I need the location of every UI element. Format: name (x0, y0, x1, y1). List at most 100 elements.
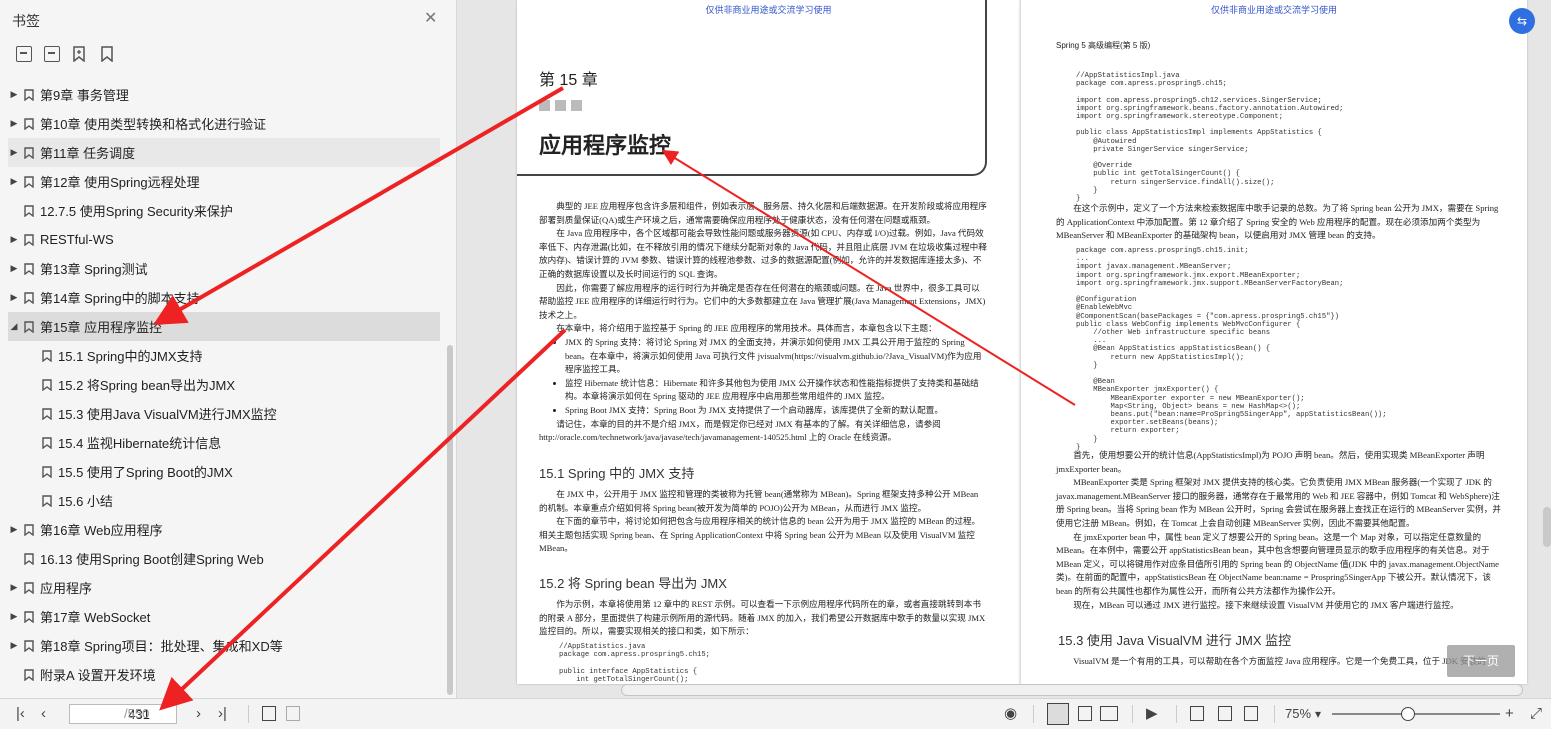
prev-page-icon[interactable]: ‹ (41, 699, 46, 729)
bookmark-icon (24, 233, 34, 246)
bookmark-label: 附录A 设置开发环境 (40, 668, 156, 683)
chapter-title: 应用程序监控 (539, 133, 672, 158)
bookmark-item[interactable]: 12.7.5 使用Spring Security来保护 (8, 196, 440, 225)
code-block: package com.apress.prospring5.ch15.init;… (1076, 247, 1387, 452)
caret-right-icon[interactable]: ▶ (8, 176, 20, 187)
bookmark-item[interactable]: ▶ 第17章 WebSocket (8, 602, 440, 631)
add-bookmark-icon[interactable] (72, 46, 88, 62)
caret-right-icon[interactable]: ▶ (8, 263, 20, 274)
bookmark-item[interactable]: ▶ RESTful-WS (8, 225, 440, 254)
play-icon[interactable]: ▶ (1146, 699, 1158, 729)
bookmark-item[interactable]: ▶ 第14章 Spring中的脚本支持 (8, 283, 440, 312)
bookmark-item[interactable]: ▶ 第18章 Spring项目：批处理、集成和XD等 (8, 631, 440, 660)
body-text: 在这个示例中，定义了一个方法来检索数据库中歌手记录的总数。为了将 Spring … (1056, 202, 1506, 243)
caret-down-icon[interactable]: ◢ (8, 321, 20, 332)
bookmark-icon (42, 349, 52, 362)
last-page-icon[interactable]: ›| (218, 699, 227, 729)
bookmark-item[interactable]: 15.5 使用了Spring Boot的JMX (8, 457, 440, 486)
bookmark-label: 第16章 Web应用程序 (40, 523, 163, 538)
caret-right-icon[interactable]: ▶ (8, 234, 20, 245)
bookmark-label: 第14章 Spring中的脚本支持 (40, 291, 200, 306)
bookmark-icon (24, 610, 34, 623)
bookmark-icon (24, 552, 34, 565)
next-page-overlay-button[interactable]: 下一页 (1447, 645, 1515, 677)
topic-item: JMX 的 Spring 支持：将讨论 Spring 对 JMX 的全面支持，并… (565, 336, 987, 377)
bookmark-icon (42, 465, 52, 478)
bookmark-icon (24, 204, 34, 217)
zoom-in-icon[interactable]: + (1505, 699, 1514, 729)
zoom-level[interactable]: 75% (1285, 699, 1311, 729)
vertical-scrollbar[interactable] (1543, 507, 1551, 547)
bookmark-item[interactable]: ▶ 第11章 任务调度 (8, 138, 440, 167)
bookmark-icon (24, 581, 34, 594)
bookmark-item[interactable]: 15.3 使用Java VisualVM进行JMX监控 (8, 399, 440, 428)
bookmark-item[interactable]: ◢ 第15章 应用程序监控 (8, 312, 440, 341)
body-paragraph: 首先，使用想要公开的统计信息(AppStatisticsImpl)为 POJO … (1056, 450, 1485, 474)
horizontal-scrollbar[interactable] (621, 684, 1523, 696)
bookmark-item[interactable]: 15.1 Spring中的JMX支持 (8, 341, 440, 370)
bookmark-icon (24, 291, 34, 304)
fit-page-icon[interactable] (1218, 706, 1232, 721)
close-icon[interactable]: ✕ (424, 11, 437, 27)
bookmark-label: 第9章 事务管理 (40, 88, 129, 103)
back-icon[interactable] (262, 706, 276, 721)
two-page-icon[interactable] (1100, 706, 1118, 721)
collapse-all-icon[interactable] (44, 46, 60, 62)
zoom-dropdown-icon[interactable]: ▾ (1315, 699, 1321, 729)
intro-text: 典型的 JEE 应用程序包含许多层和组件，例如表示层、服务层、持久化层和后端数据… (539, 200, 987, 445)
divider (1274, 705, 1275, 723)
caret-right-icon[interactable]: ▶ (8, 640, 20, 651)
chapter-squares (539, 100, 582, 111)
zoom-slider-handle[interactable] (1401, 707, 1415, 721)
forward-icon[interactable] (286, 706, 300, 721)
eye-icon[interactable]: ◉ (1004, 699, 1017, 729)
bookmark-item[interactable]: ▶ 第12章 使用Spring远程处理 (8, 167, 440, 196)
caret-right-icon[interactable]: ▶ (8, 611, 20, 622)
bookmark-item[interactable]: 15.2 将Spring bean导出为JMX (8, 370, 440, 399)
bookmark-icon (24, 88, 34, 101)
actual-size-icon[interactable] (1190, 706, 1204, 721)
bookmark-icon (24, 523, 34, 536)
bookmark-icon (42, 407, 52, 420)
sidebar-scrollbar[interactable] (447, 345, 453, 695)
bookmark-item[interactable]: 附录A 设置开发环境 (8, 660, 440, 689)
note-paragraph: 请记住，本章的目的并不是介绍 JMX，而是假定你已经对 JMX 有基本的了解。有… (539, 418, 941, 443)
bookmark-item[interactable]: 15.6 小结 (8, 486, 440, 515)
section-heading: 15.1 Spring 中的 JMX 支持 (539, 466, 695, 481)
bookmark-item[interactable]: ▶ 第13章 Spring测试 (8, 254, 440, 283)
bookmark-item[interactable]: ▶ 第10章 使用类型转换和格式化进行验证 (8, 109, 440, 138)
caret-right-icon[interactable]: ▶ (8, 582, 20, 593)
bookmark-label: 15.4 监视Hibernate统计信息 (58, 436, 222, 451)
bookmark-item[interactable]: 15.4 监视Hibernate统计信息 (8, 428, 440, 457)
first-page-icon[interactable]: |‹ (16, 699, 25, 729)
caret-right-icon[interactable]: ▶ (8, 147, 20, 158)
bookmark-item[interactable]: ▶ 第9章 事务管理 (8, 80, 440, 109)
caret-right-icon[interactable]: ▶ (8, 292, 20, 303)
caret-right-icon[interactable]: ▶ (8, 524, 20, 535)
zoom-slider[interactable] (1332, 713, 1500, 715)
bookmark-item[interactable]: ▶ 第16章 Web应用程序 (8, 515, 440, 544)
page-number-input[interactable]: 431 (69, 704, 177, 724)
bookmark-icon (24, 262, 34, 275)
translate-float-button[interactable]: ⇆ (1509, 8, 1535, 34)
chapter-number: 第 15 章 (539, 72, 598, 89)
bookmark-item[interactable]: 16.13 使用Spring Boot创建Spring Web (8, 544, 440, 573)
next-page-icon[interactable]: › (196, 699, 201, 729)
section-paragraph: 作为示例，本章将使用第 12 章中的 REST 示例。可以查看一下示例应用程序代… (539, 599, 986, 637)
fullscreen-icon[interactable]: ⤢ (1530, 699, 1542, 729)
section-paragraph: 在 JMX 中，公开用于 JMX 监控和管理的类被称为托管 bean(通常称为 … (539, 489, 979, 513)
bookmark-label: 15.6 小结 (58, 494, 113, 509)
body-paragraph: 在 jmxExporter bean 中，属性 bean 定义了想要公开的 Sp… (1056, 531, 1499, 596)
caret-right-icon[interactable]: ▶ (8, 118, 20, 129)
bookmark-label: 15.5 使用了Spring Boot的JMX (58, 465, 233, 480)
divider (1176, 705, 1177, 723)
bookmark-icon (24, 146, 34, 159)
bookmark-icon (24, 639, 34, 652)
expand-all-icon[interactable] (16, 46, 32, 62)
bookmark-icon[interactable] (100, 46, 116, 62)
continuous-page-icon[interactable] (1078, 706, 1092, 721)
fit-width-icon[interactable] (1244, 706, 1258, 721)
caret-right-icon[interactable]: ▶ (8, 89, 20, 100)
single-page-icon[interactable] (1047, 703, 1069, 725)
bookmark-item[interactable]: ▶ 应用程序 (8, 573, 440, 602)
